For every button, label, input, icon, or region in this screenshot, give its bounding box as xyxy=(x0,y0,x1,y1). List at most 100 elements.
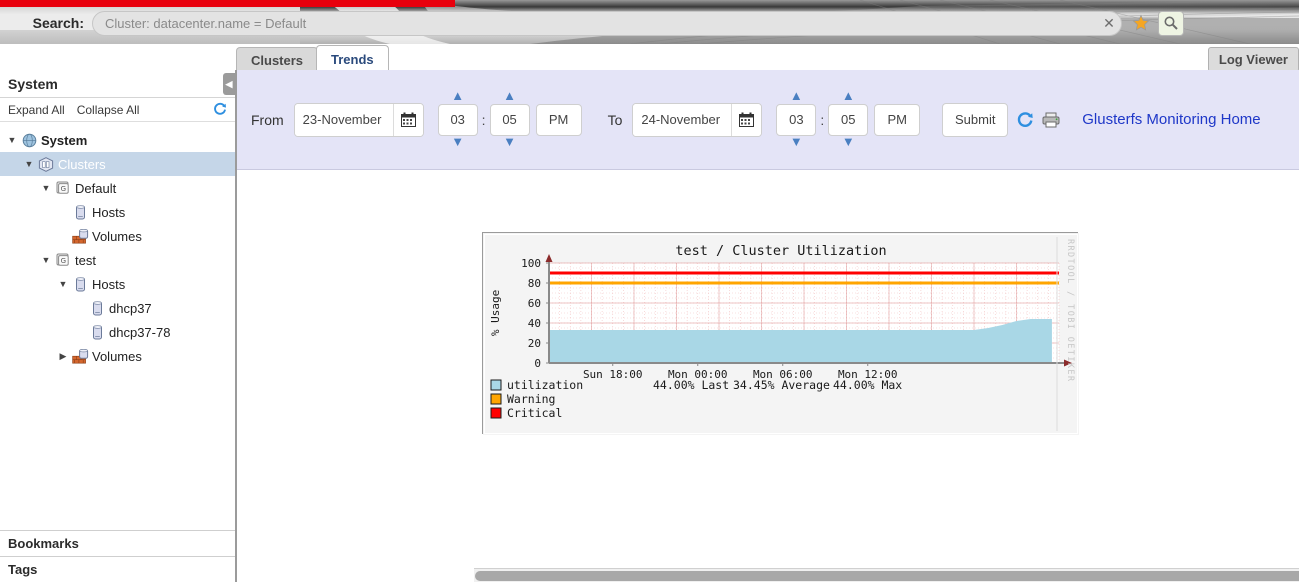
group-icon: G xyxy=(54,253,72,267)
tree-item-volumes[interactable]: Volumes xyxy=(0,224,235,248)
chevron-down-icon[interactable]: ▼ xyxy=(38,255,54,265)
chevron-down-icon[interactable]: ▼ xyxy=(790,136,803,150)
tab-clusters[interactable]: Clusters xyxy=(236,47,318,72)
log-viewer-button[interactable]: Log Viewer xyxy=(1208,47,1299,72)
chevron-down-icon[interactable]: ▼ xyxy=(21,159,37,169)
search-icon[interactable] xyxy=(1158,11,1184,36)
server-icon xyxy=(88,325,106,340)
to-date-input[interactable] xyxy=(633,104,731,136)
to-ampm-field[interactable]: PM xyxy=(874,90,920,150)
system-tree: ▼System▼Clusters▼GDefaultHostsVolumes▼Gt… xyxy=(0,122,235,368)
from-label: From xyxy=(251,112,284,128)
legend-label: utilization xyxy=(507,378,583,392)
chevron-up-icon[interactable]: ▲ xyxy=(451,90,464,104)
tree-item-label: Clusters xyxy=(55,157,106,172)
chevron-down-icon[interactable]: ▼ xyxy=(842,136,855,150)
search-input[interactable]: Cluster: datacenter.name = Default xyxy=(93,16,1097,31)
to-minute-input[interactable]: 05 xyxy=(828,104,868,136)
tree-item-dhcp37-78[interactable]: dhcp37-78 xyxy=(0,320,235,344)
from-ampm-input[interactable]: PM xyxy=(536,104,582,136)
y-axis-label: % Usage xyxy=(489,290,502,336)
tree-item-label: Hosts xyxy=(89,205,125,220)
search-box[interactable]: Cluster: datacenter.name = Default ✕ xyxy=(92,11,1122,36)
sidebar-actions: Expand All Collapse All xyxy=(0,98,235,122)
tree-item-label: Default xyxy=(72,181,116,196)
legend-stat: 44.00% Max xyxy=(833,378,902,392)
to-ampm-input[interactable]: PM xyxy=(874,104,920,136)
chevron-right-icon[interactable]: ▶ xyxy=(55,351,71,362)
host-icon xyxy=(71,205,89,220)
tree-item-volumes[interactable]: ▶Volumes xyxy=(0,344,235,368)
sidebar-panel-tags[interactable]: Tags xyxy=(0,556,235,582)
svg-text:G: G xyxy=(61,257,66,265)
expand-all-link[interactable]: Expand All xyxy=(8,103,65,117)
from-hour-spinner[interactable]: ▲ 03 ▼ xyxy=(438,90,478,150)
tree-item-default[interactable]: ▼GDefault xyxy=(0,176,235,200)
search-bar: Search: Cluster: datacenter.name = Defau… xyxy=(0,8,1299,38)
chevron-down-icon[interactable]: ▼ xyxy=(451,136,464,150)
to-label: To xyxy=(608,112,623,128)
from-ampm-field[interactable]: PM xyxy=(536,90,582,150)
from-minute-input[interactable]: 05 xyxy=(490,104,530,136)
monitoring-home-link[interactable]: Glusterfs Monitoring Home xyxy=(1082,111,1260,128)
group-icon: G xyxy=(54,181,72,195)
chevron-down-icon[interactable]: ▼ xyxy=(503,136,516,150)
tree-item-label: System xyxy=(38,133,87,148)
chevron-down-icon[interactable]: ▼ xyxy=(4,135,20,145)
scrollbar-thumb[interactable] xyxy=(475,571,1299,581)
from-date-input[interactable] xyxy=(295,104,393,136)
legend-swatch xyxy=(491,408,501,418)
chevron-up-icon[interactable]: ▲ xyxy=(790,90,803,104)
tree-item-dhcp37[interactable]: dhcp37 xyxy=(0,296,235,320)
y-tick-label: 100 xyxy=(521,257,541,270)
to-hour-spinner[interactable]: ▲ 03 ▼ xyxy=(776,90,816,150)
legend-stat: 34.45% Average xyxy=(733,378,830,392)
from-hour-input[interactable]: 03 xyxy=(438,104,478,136)
tree-item-label: dhcp37-78 xyxy=(106,325,170,340)
chevron-up-icon[interactable]: ▲ xyxy=(842,90,855,104)
to-hour-input[interactable]: 03 xyxy=(776,104,816,136)
tree-item-test[interactable]: ▼Gtest xyxy=(0,248,235,272)
y-tick-label: 20 xyxy=(528,337,541,350)
chart-watermark: RRDTOOL / TOBI OETIKER xyxy=(1065,239,1075,382)
refresh-icon[interactable] xyxy=(213,102,227,119)
chevron-down-icon[interactable]: ▼ xyxy=(55,279,71,289)
date-range-toolbar: From xyxy=(237,70,1299,170)
to-date-field[interactable] xyxy=(632,103,762,137)
from-time-spinners: ▲ 03 ▼ : ▲ 05 ▼ PM xyxy=(438,90,582,150)
y-tick-label: 60 xyxy=(528,297,541,310)
refresh-icon[interactable] xyxy=(1016,111,1034,129)
host-icon xyxy=(71,277,89,292)
legend-label: Warning xyxy=(507,392,555,406)
from-date-field[interactable] xyxy=(294,103,424,137)
tree-item-clusters[interactable]: ▼ Clusters xyxy=(0,152,235,176)
legend-swatch xyxy=(491,394,501,404)
calendar-icon[interactable] xyxy=(731,104,761,136)
volume-icon xyxy=(71,349,89,364)
chevron-down-icon[interactable]: ▼ xyxy=(38,183,54,193)
star-icon[interactable] xyxy=(1128,10,1154,36)
tab-trends[interactable]: Trends xyxy=(316,45,389,72)
tree-item-label: Volumes xyxy=(89,229,142,244)
submit-button[interactable]: Submit xyxy=(942,103,1008,137)
chevron-up-icon[interactable]: ▲ xyxy=(503,90,516,104)
collapse-all-link[interactable]: Collapse All xyxy=(77,103,140,117)
search-label: Search: xyxy=(0,15,92,31)
close-icon[interactable]: ✕ xyxy=(1097,15,1121,32)
from-minute-spinner[interactable]: ▲ 05 ▼ xyxy=(490,90,530,150)
to-time-colon: : xyxy=(820,112,824,128)
sidebar-panel-bookmarks[interactable]: Bookmarks xyxy=(0,530,235,556)
y-tick-label: 40 xyxy=(528,317,541,330)
calendar-icon[interactable] xyxy=(393,104,423,136)
tree-item-hosts[interactable]: Hosts xyxy=(0,200,235,224)
printer-icon[interactable] xyxy=(1042,112,1060,128)
chevron-left-icon[interactable]: ◀ xyxy=(223,73,235,95)
tree-item-label: dhcp37 xyxy=(106,301,152,316)
horizontal-scrollbar[interactable] xyxy=(474,568,1299,582)
tree-item-hosts[interactable]: ▼Hosts xyxy=(0,272,235,296)
to-time-spinners: ▲ 03 ▼ : ▲ 05 ▼ PM xyxy=(776,90,920,150)
brand-accent-bar xyxy=(0,0,455,7)
to-minute-spinner[interactable]: ▲ 05 ▼ xyxy=(828,90,868,150)
x-tick-label: Sun 18:00 xyxy=(583,368,643,381)
tree-item-system[interactable]: ▼ System xyxy=(0,128,235,152)
